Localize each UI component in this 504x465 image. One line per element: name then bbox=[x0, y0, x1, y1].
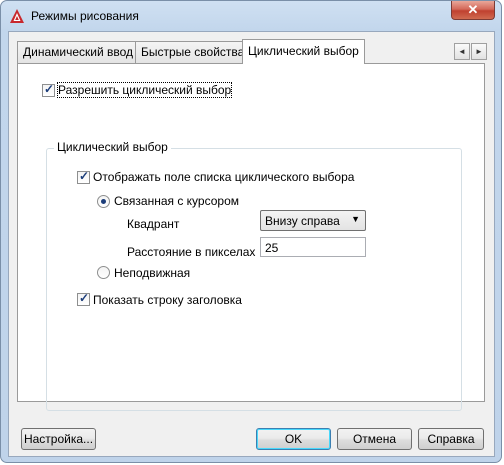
close-button[interactable]: ✕ bbox=[451, 1, 495, 20]
distance-value: 25 bbox=[265, 241, 279, 255]
checkmark-icon: ✓ bbox=[79, 169, 90, 183]
checkmark-icon: ✓ bbox=[44, 82, 55, 96]
quadrant-label: Квадрант bbox=[127, 217, 180, 231]
static-label[interactable]: Неподвижная bbox=[114, 266, 190, 280]
show-title-label[interactable]: Показать строку заголовка bbox=[93, 293, 242, 307]
close-icon: ✕ bbox=[467, 2, 479, 17]
dialog-client: Динамический ввод Быстрые свойства Цикли… bbox=[8, 31, 495, 457]
help-button[interactable]: Справка bbox=[418, 428, 484, 450]
tab-dynamic-input[interactable]: Динамический ввод bbox=[17, 41, 140, 63]
cursor-dependent-radio[interactable] bbox=[97, 195, 110, 208]
show-list-label[interactable]: Отображать поле списка циклического выбо… bbox=[93, 170, 354, 184]
checkmark-icon: ✓ bbox=[79, 291, 90, 305]
autocad-logo-icon bbox=[10, 9, 24, 23]
cursor-dependent-label[interactable]: Связанная с курсором bbox=[114, 194, 239, 208]
tab-cycling-selection[interactable]: Циклический выбор bbox=[242, 39, 365, 64]
enable-cycling-checkbox[interactable]: ✓ bbox=[42, 82, 55, 97]
tab-scroll-left-icon[interactable]: ◄ bbox=[454, 43, 470, 60]
quadrant-select[interactable]: Внизу справа ▼ bbox=[260, 210, 366, 231]
enable-cycling-label[interactable]: Разрешить циклический выбор bbox=[56, 82, 233, 98]
tab-quick-properties[interactable]: Быстрые свойства bbox=[135, 41, 251, 63]
static-radio[interactable] bbox=[97, 266, 110, 279]
settings-button[interactable]: Настройка... bbox=[21, 428, 96, 450]
window-title: Режимы рисования bbox=[31, 9, 139, 23]
distance-input[interactable]: 25 bbox=[260, 237, 366, 257]
dropdown-arrow-icon: ▼ bbox=[351, 214, 360, 224]
show-list-checkbox[interactable]: ✓ bbox=[77, 169, 90, 184]
radio-dot-icon bbox=[101, 199, 106, 204]
tab-scroll-right-icon[interactable]: ► bbox=[471, 43, 487, 60]
quadrant-value: Внизу справа bbox=[265, 214, 340, 228]
cycling-groupbox bbox=[46, 148, 462, 411]
distance-label: Расстояние в пикселах bbox=[127, 245, 256, 259]
title-bar[interactable]: Режимы рисования ✕ bbox=[1, 1, 501, 31]
tab-panel: ✓ Разрешить циклический выбор Циклически… bbox=[17, 63, 485, 411]
ok-button[interactable]: OK bbox=[256, 428, 331, 450]
group-title: Циклический выбор bbox=[54, 140, 171, 154]
cancel-button[interactable]: Отмена bbox=[337, 428, 412, 450]
show-title-checkbox[interactable]: ✓ bbox=[77, 291, 90, 306]
dialog-window: Режимы рисования ✕ Динамический ввод Быс… bbox=[0, 0, 502, 463]
